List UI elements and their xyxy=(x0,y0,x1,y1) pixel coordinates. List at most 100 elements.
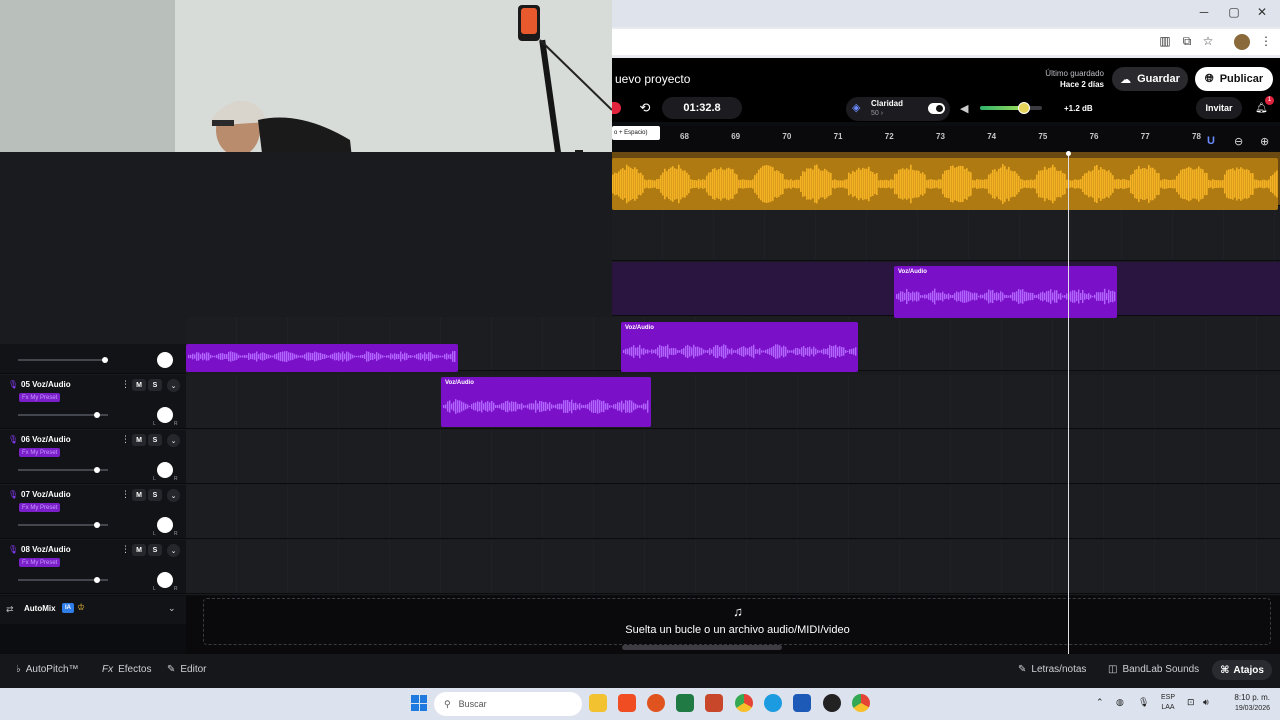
track-lane[interactable] xyxy=(186,485,1280,539)
mute-button[interactable]: M xyxy=(132,379,146,391)
track-pan-knob[interactable] xyxy=(157,572,173,588)
track-menu-icon[interactable]: ⋮ xyxy=(121,379,130,390)
zoom-out-icon[interactable]: ⊖ xyxy=(1234,135,1243,148)
timeline-ruler[interactable] xyxy=(612,126,1280,152)
minimize-button[interactable]: ─ xyxy=(1194,5,1214,19)
project-title[interactable]: uevo proyecto xyxy=(615,72,690,86)
invite-button[interactable]: Invitar xyxy=(1196,97,1242,119)
track-volume-knob[interactable] xyxy=(94,522,100,528)
audio-clip-orange[interactable] xyxy=(612,158,1278,210)
taskbar-search[interactable]: ⚲ Buscar xyxy=(434,692,582,716)
bandlab-sounds-button[interactable]: ◫ BandLab Sounds xyxy=(1108,664,1199,675)
track-volume-knob[interactable] xyxy=(102,357,108,363)
playhead[interactable] xyxy=(1068,152,1069,654)
language-indicator[interactable]: ESP LAA xyxy=(1158,693,1178,713)
shortcuts-button[interactable]: ⌘ Atajos xyxy=(1212,660,1272,680)
chevron-down-icon[interactable]: ⌄ xyxy=(167,379,180,392)
track-pan-knob[interactable] xyxy=(157,352,173,368)
playhead-handle[interactable] xyxy=(1066,151,1071,156)
waveform-bar xyxy=(418,353,420,360)
loop-icon[interactable]: ⟲ xyxy=(636,100,654,116)
track-name[interactable]: 06 Voz/Audio xyxy=(21,435,71,444)
clock-date[interactable]: 19/03/2026 xyxy=(1222,705,1270,712)
publish-button[interactable]: 🌐︎ Publicar xyxy=(1195,67,1273,91)
reading-list-icon[interactable]: ▥ xyxy=(1157,34,1173,50)
track-volume-slider[interactable] xyxy=(18,359,108,361)
track-name[interactable]: 07 Voz/Audio xyxy=(21,490,71,499)
bell-icon[interactable]: 🔔︎ xyxy=(1255,103,1268,114)
horizontal-scrollbar[interactable] xyxy=(622,645,782,650)
lyrics-button[interactable]: ✎ Letras/notas xyxy=(1018,664,1086,675)
solo-button[interactable]: S xyxy=(148,544,162,556)
chevron-down-icon[interactable]: ⌄ xyxy=(167,489,180,502)
volume-icon[interactable]: 🔊︎ xyxy=(1203,697,1209,708)
track-volume-knob[interactable] xyxy=(94,412,100,418)
close-window-button[interactable]: ✕ xyxy=(1252,5,1272,19)
clarity-value[interactable]: 50 › xyxy=(871,110,883,117)
track-lane[interactable] xyxy=(612,207,1280,261)
excel-icon[interactable] xyxy=(676,694,694,712)
powerpoint-icon[interactable] xyxy=(705,694,723,712)
file-explorer-icon[interactable] xyxy=(589,694,607,712)
track-lane[interactable] xyxy=(186,540,1280,594)
track-lane[interactable] xyxy=(186,375,1280,429)
track-pan-knob[interactable] xyxy=(157,462,173,478)
fx-preset-badge[interactable]: Fx My Preset xyxy=(19,448,61,457)
waveform-bar xyxy=(238,354,240,359)
waveform-bar xyxy=(469,405,471,408)
track-pan-knob[interactable] xyxy=(157,407,173,423)
chrome-icon[interactable] xyxy=(735,694,753,712)
chrome-profile-icon[interactable] xyxy=(852,694,870,712)
solo-button[interactable]: S xyxy=(148,434,162,446)
profile-avatar[interactable] xyxy=(1234,34,1250,50)
track-lane[interactable] xyxy=(186,430,1280,484)
chevron-down-icon[interactable]: ⌄ xyxy=(167,434,180,447)
network-icon[interactable]: ⊡ xyxy=(1187,697,1195,708)
word-icon[interactable] xyxy=(793,694,811,712)
track-volume-knob[interactable] xyxy=(94,577,100,583)
screen-cast-icon[interactable]: ⧉ xyxy=(1179,34,1195,50)
chevron-down-icon[interactable]: ⌄ xyxy=(168,603,176,614)
firefox-icon[interactable] xyxy=(647,694,665,712)
mute-button[interactable]: M xyxy=(132,434,146,446)
audio-clip[interactable]: Voz/Audio xyxy=(441,377,651,427)
track-name[interactable]: 05 Voz/Audio xyxy=(21,380,71,389)
effects-button[interactable]: Fx Efectos xyxy=(102,664,151,675)
audio-clip[interactable]: Voz/Audio xyxy=(894,266,1117,318)
mute-speaker-icon[interactable]: ◀︎ xyxy=(960,102,968,115)
solo-button[interactable]: S xyxy=(148,489,162,501)
mute-button[interactable]: M xyxy=(132,544,146,556)
track-volume-knob[interactable] xyxy=(94,467,100,473)
menu-dots-icon[interactable]: ⋮ xyxy=(1258,34,1274,50)
chevron-down-icon[interactable]: ⌄ xyxy=(167,544,180,557)
track-name[interactable]: 08 Voz/Audio xyxy=(21,545,71,554)
autopitch-button[interactable]: ♭ AutoPitch™ xyxy=(16,664,79,675)
obs-icon[interactable] xyxy=(823,694,841,712)
solo-button[interactable]: S xyxy=(148,379,162,391)
clarity-toggle[interactable] xyxy=(928,103,945,114)
track-menu-icon[interactable]: ⋮ xyxy=(121,434,130,445)
track-pan-knob[interactable] xyxy=(157,517,173,533)
track-menu-icon[interactable]: ⋮ xyxy=(121,544,130,555)
master-volume-knob[interactable] xyxy=(1018,102,1030,114)
maximize-button[interactable]: ▢ xyxy=(1224,5,1244,19)
microphone-icon[interactable]: 🎙︎ xyxy=(1138,697,1149,708)
clock-time[interactable]: 8:10 p. m. xyxy=(1222,693,1270,702)
fx-preset-badge[interactable]: Fx My Preset xyxy=(19,503,61,512)
track-menu-icon[interactable]: ⋮ xyxy=(121,489,130,500)
save-button[interactable]: ☁ Guardar xyxy=(1112,67,1188,91)
editor-button[interactable]: ✎ Editor xyxy=(167,664,207,675)
bookmark-star-icon[interactable]: ☆ xyxy=(1200,34,1216,50)
tray-app-icon[interactable]: ◍ xyxy=(1116,697,1124,708)
audio-clip[interactable] xyxy=(186,344,458,372)
fx-preset-badge[interactable]: Fx My Preset xyxy=(19,558,61,567)
tray-chevron-icon[interactable]: ⌃ xyxy=(1096,697,1104,708)
zoom-in-icon[interactable]: ⊕ xyxy=(1260,135,1269,148)
windows-start-icon[interactable] xyxy=(411,695,427,711)
audio-clip[interactable]: Voz/Audio xyxy=(621,322,858,372)
fx-preset-badge[interactable]: Fx My Preset xyxy=(19,393,61,402)
magnet-snap-icon[interactable]: U xyxy=(1207,135,1215,147)
brave-icon[interactable] xyxy=(618,694,636,712)
edge-icon[interactable] xyxy=(764,694,782,712)
mute-button[interactable]: M xyxy=(132,489,146,501)
